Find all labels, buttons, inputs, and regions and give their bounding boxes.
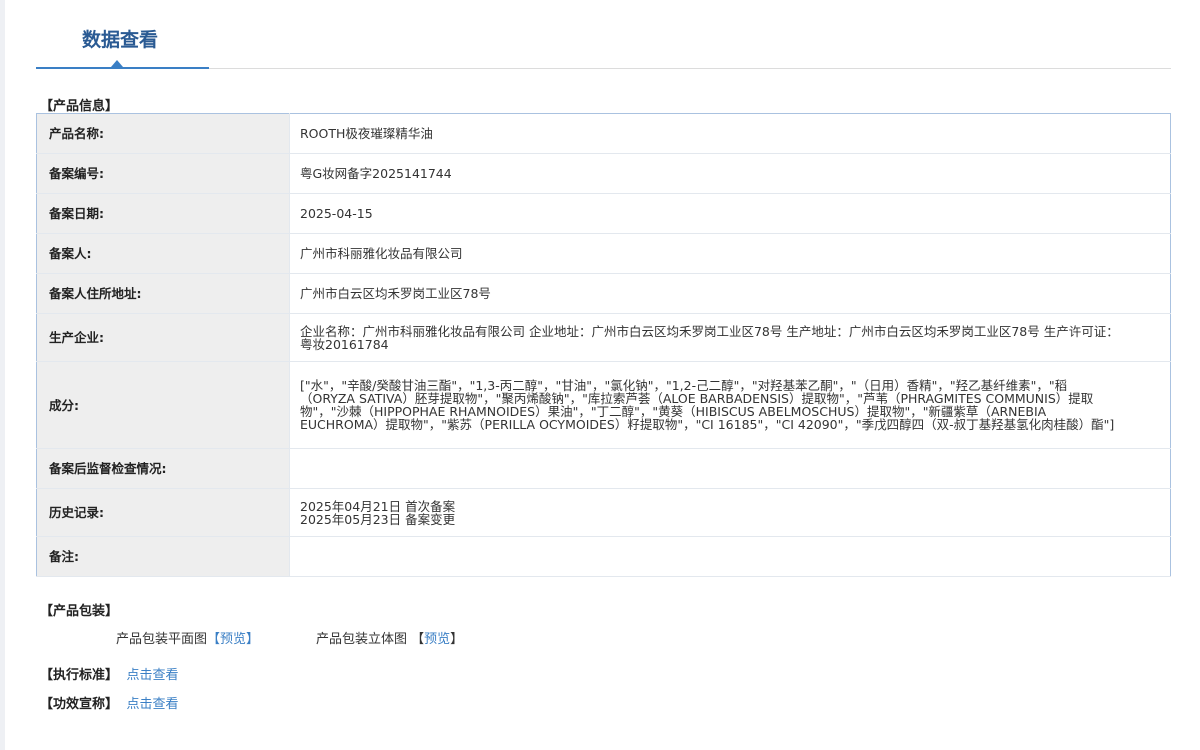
table-row: 备案日期: 2025-04-15 [36, 193, 1171, 234]
row-value-product-name: ROOTH极夜璀璨精华油 [289, 113, 1171, 154]
package-3d-preview-link[interactable]: 预览 [424, 632, 450, 647]
table-row: 备注: [36, 536, 1171, 577]
row-label-post-inspection: 备案后监督检查情况: [36, 448, 290, 489]
standard-view-link[interactable]: 点击查看 [127, 668, 179, 683]
row-value-history: 2025年04月21日 首次备案 2025年05月23日 备案变更 [289, 488, 1171, 537]
row-label-manufacturer: 生产企业: [36, 313, 290, 362]
row-label-registrant: 备案人: [36, 233, 290, 274]
standard-row: 【执行标准】 点击查看 [40, 664, 179, 683]
table-row: 备案人: 广州市科丽雅化妆品有限公司 [36, 233, 1171, 274]
package-flat-view: 产品包装平面图【预览】 [116, 628, 259, 647]
row-label-ingredients: 成分: [36, 361, 290, 449]
package-3d-bracket-close: 】 [450, 632, 464, 647]
product-info-table: 产品名称: ROOTH极夜璀璨精华油 备案编号: 粤G妆网备字202514174… [36, 113, 1171, 577]
row-label-record-number: 备案编号: [36, 153, 290, 194]
table-row: 备案后监督检查情况: [36, 448, 1171, 489]
row-value-registrant: 广州市科丽雅化妆品有限公司 [289, 233, 1171, 274]
table-row: 产品名称: ROOTH极夜璀璨精华油 [36, 113, 1171, 154]
efficacy-view-link[interactable]: 点击查看 [127, 697, 179, 712]
row-label-record-date: 备案日期: [36, 193, 290, 234]
row-label-history: 历史记录: [36, 488, 290, 537]
row-value-ingredients: ["水"，"辛酸/癸酸甘油三酯"，"1,3-丙二醇"，"甘油"，"氯化钠"，"1… [289, 361, 1171, 449]
standard-title: 【执行标准】 [40, 668, 119, 683]
page-edge [0, 0, 5, 750]
efficacy-row: 【功效宣称】 点击查看 [40, 693, 179, 712]
tab-data-view-label: 数据查看 [82, 29, 159, 51]
row-value-remarks [289, 536, 1171, 577]
packaging-title: 【产品包装】 [40, 604, 119, 619]
row-label-remarks: 备注: [36, 536, 290, 577]
tab-active-caret-icon [111, 60, 123, 67]
table-row: 历史记录: 2025年04月21日 首次备案 2025年05月23日 备案变更 [36, 488, 1171, 537]
package-flat-preview-link[interactable]: 【预览】 [207, 632, 259, 647]
product-info-title: 【产品信息】 [40, 99, 119, 114]
row-value-record-number: 粤G妆网备字2025141744 [289, 153, 1171, 194]
row-value-registrant-address: 广州市白云区均禾罗岗工业区78号 [289, 273, 1171, 314]
table-row: 成分: ["水"，"辛酸/癸酸甘油三酯"，"1,3-丙二醇"，"甘油"，"氯化钠… [36, 361, 1171, 449]
row-value-manufacturer: 企业名称：广州市科丽雅化妆品有限公司 企业地址：广州市白云区均禾罗岗工业区78号… [289, 313, 1171, 362]
row-label-registrant-address: 备案人住所地址: [36, 273, 290, 314]
efficacy-title: 【功效宣称】 [40, 697, 119, 712]
history-entry: 2025年05月23日 备案变更 [300, 511, 456, 527]
history-entry: 2025年04月21日 首次备案 [300, 498, 456, 514]
table-row: 备案编号: 粤G妆网备字2025141744 [36, 153, 1171, 194]
row-value-record-date: 2025-04-15 [289, 193, 1171, 234]
package-3d-view: 产品包装立体图 【预览】 [316, 628, 463, 647]
row-label-product-name: 产品名称: [36, 113, 290, 154]
tab-bar: 数据查看 [36, 0, 1171, 69]
package-flat-label: 产品包装平面图 [116, 632, 208, 647]
package-3d-label: 产品包装立体图 [316, 632, 408, 647]
row-value-post-inspection [289, 448, 1171, 489]
package-3d-bracket-open: 【 [407, 632, 425, 647]
tab-data-view[interactable]: 数据查看 [36, 0, 209, 69]
table-row: 备案人住所地址: 广州市白云区均禾罗岗工业区78号 [36, 273, 1171, 314]
table-row: 生产企业: 企业名称：广州市科丽雅化妆品有限公司 企业地址：广州市白云区均禾罗岗… [36, 313, 1171, 362]
